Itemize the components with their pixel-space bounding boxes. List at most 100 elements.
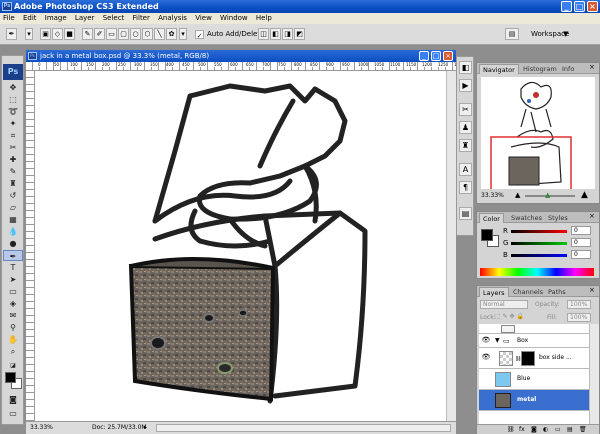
clone-source-panel-icon[interactable]: ♜: [459, 139, 472, 152]
canvas-horizontal-scrollbar[interactable]: [156, 424, 451, 432]
freeform-pen-icon[interactable]: ✐: [94, 28, 105, 40]
pen-tool-preset-icon[interactable]: ✒: [6, 28, 17, 40]
workspace-dropdown-icon[interactable]: ▼: [563, 29, 568, 40]
maximize-button[interactable]: □: [574, 1, 585, 12]
color-foreground-swatch[interactable]: [481, 229, 493, 241]
foreground-color-swatch[interactable]: [5, 372, 16, 383]
add-mask-icon[interactable]: ◙: [531, 425, 537, 434]
group-expand-icon[interactable]: ▼: [495, 337, 500, 344]
layer-row-metal-selected[interactable]: metal: [479, 390, 589, 411]
tab-styles[interactable]: Styles: [545, 213, 571, 223]
layer-row-blue[interactable]: Blue: [479, 369, 589, 390]
path-selection-tool-icon[interactable]: ➤: [3, 274, 23, 285]
navigator-close-icon[interactable]: ×: [589, 63, 595, 71]
brushes-panel-icon[interactable]: ♟: [459, 121, 472, 134]
default-colors-icon[interactable]: ◪: [3, 360, 23, 371]
tab-histogram[interactable]: Histogram: [520, 64, 560, 74]
navigator-preview[interactable]: [481, 77, 595, 202]
delete-layer-icon[interactable]: 🗑: [579, 425, 587, 434]
paths-icon[interactable]: ◇: [52, 28, 63, 40]
menu-select[interactable]: Select: [100, 14, 128, 22]
lock-icons[interactable]: ⬚ ✎ ✥ 🔒: [495, 313, 524, 320]
dropdown-arrow-icon[interactable]: ▾: [25, 28, 33, 40]
doc-maximize-button[interactable]: □: [431, 51, 441, 61]
layer-row-box[interactable]: 👁 ▼ ▭ Box: [479, 334, 589, 348]
tab-layers[interactable]: Layers: [479, 287, 509, 297]
green-value[interactable]: 0: [571, 238, 591, 247]
shape-layers-icon[interactable]: ▣: [40, 28, 51, 40]
tab-color[interactable]: Color: [479, 213, 504, 223]
menu-filter[interactable]: Filter: [130, 14, 153, 22]
opacity-field[interactable]: 100%: [567, 300, 591, 309]
navigator-zoom-value[interactable]: 33.33%: [481, 192, 504, 199]
blue-slider[interactable]: [511, 254, 567, 257]
combine-subtract-icon[interactable]: ◧: [270, 28, 281, 40]
blend-mode-select[interactable]: Normal: [480, 300, 528, 309]
3d-rotate-tool-icon[interactable]: ◈: [3, 298, 23, 309]
rounded-rectangle-icon[interactable]: ▢: [118, 28, 129, 40]
color-spectrum-ramp[interactable]: [480, 268, 594, 276]
minimize-button[interactable]: _: [561, 1, 572, 12]
doc-minimize-button[interactable]: _: [419, 51, 429, 61]
type-tool-icon[interactable]: T: [3, 262, 23, 273]
zoom-level[interactable]: 33.33%: [30, 422, 53, 434]
layer-comps-panel-icon[interactable]: ▤: [459, 207, 472, 220]
quick-mask-icon[interactable]: ◙: [3, 394, 23, 405]
layer-row-box-side[interactable]: 👁 ⛓ box side ...: [479, 348, 589, 369]
eyedropper-tool-icon[interactable]: ⚲: [3, 322, 23, 333]
new-group-icon[interactable]: ▭: [555, 425, 561, 434]
geometry-options-icon[interactable]: ▾: [179, 28, 187, 40]
blur-tool-icon[interactable]: 💧: [3, 226, 23, 237]
ellipse-icon[interactable]: ○: [130, 28, 141, 40]
custom-shape-icon[interactable]: ✿: [166, 28, 177, 40]
crop-tool-icon[interactable]: ⌗: [3, 130, 23, 141]
red-slider[interactable]: [511, 230, 567, 233]
visibility-eye-off[interactable]: [481, 395, 491, 405]
layer-style-icon[interactable]: fx: [519, 425, 525, 434]
hand-tool-icon[interactable]: ✋: [3, 334, 23, 345]
menu-view[interactable]: View: [192, 14, 215, 22]
history-brush-tool-icon[interactable]: ↺: [3, 190, 23, 201]
color-close-icon[interactable]: ×: [589, 212, 595, 220]
status-menu-arrow-icon[interactable]: ▸: [144, 424, 152, 432]
brush-tool-icon[interactable]: ✎: [3, 166, 23, 177]
tab-channels[interactable]: Channels: [510, 287, 546, 297]
zoom-out-icon[interactable]: ▲: [515, 191, 520, 199]
fill-field[interactable]: 100%: [567, 313, 591, 322]
rectangle-icon[interactable]: ▭: [106, 28, 117, 40]
move-tool-icon[interactable]: ✥: [3, 82, 23, 93]
auto-add-delete-checkbox[interactable]: ✓: [195, 30, 204, 40]
fill-pixels-icon[interactable]: ■: [64, 28, 75, 40]
close-button[interactable]: ×: [587, 1, 598, 12]
combine-intersect-icon[interactable]: ◨: [282, 28, 293, 40]
layer-row-partial[interactable]: [479, 324, 589, 334]
zoom-in-icon[interactable]: ▲: [581, 190, 588, 200]
healing-brush-tool-icon[interactable]: ✚: [3, 154, 23, 165]
pen-icon[interactable]: ✎: [82, 28, 93, 40]
polygon-icon[interactable]: ⬡: [142, 28, 153, 40]
dodge-tool-icon[interactable]: ●: [3, 238, 23, 249]
zoom-slider-thumb[interactable]: ▲: [545, 191, 550, 199]
link-layers-icon[interactable]: ⛓: [507, 425, 515, 434]
visibility-eye-icon[interactable]: 👁: [481, 353, 491, 363]
zoom-tool-icon[interactable]: ⌕: [3, 346, 23, 357]
shape-tool-icon[interactable]: ▭: [3, 286, 23, 297]
combine-exclude-icon[interactable]: ◩: [294, 28, 305, 40]
marquee-tool-icon[interactable]: ⬚: [3, 94, 23, 105]
pen-tool-icon[interactable]: ✒: [3, 250, 23, 261]
tab-swatches[interactable]: Swatches: [508, 213, 545, 223]
document-canvas[interactable]: [35, 71, 456, 421]
lasso-tool-icon[interactable]: ➰: [3, 106, 23, 117]
tool-presets-panel-icon[interactable]: ✂: [459, 103, 472, 116]
actions-panel-icon[interactable]: ▶: [459, 79, 472, 92]
notes-tool-icon[interactable]: ✉: [3, 310, 23, 321]
new-layer-icon[interactable]: ▤: [567, 425, 573, 434]
gradient-tool-icon[interactable]: ▦: [3, 214, 23, 225]
history-panel-icon[interactable]: ◧: [459, 61, 472, 74]
menu-layer[interactable]: Layer: [72, 14, 98, 22]
menu-analysis[interactable]: Analysis: [155, 14, 190, 22]
doc-close-button[interactable]: ×: [443, 51, 453, 61]
paragraph-panel-icon[interactable]: ¶: [459, 181, 472, 194]
green-slider[interactable]: [511, 242, 567, 245]
clone-stamp-tool-icon[interactable]: ♜: [3, 178, 23, 189]
